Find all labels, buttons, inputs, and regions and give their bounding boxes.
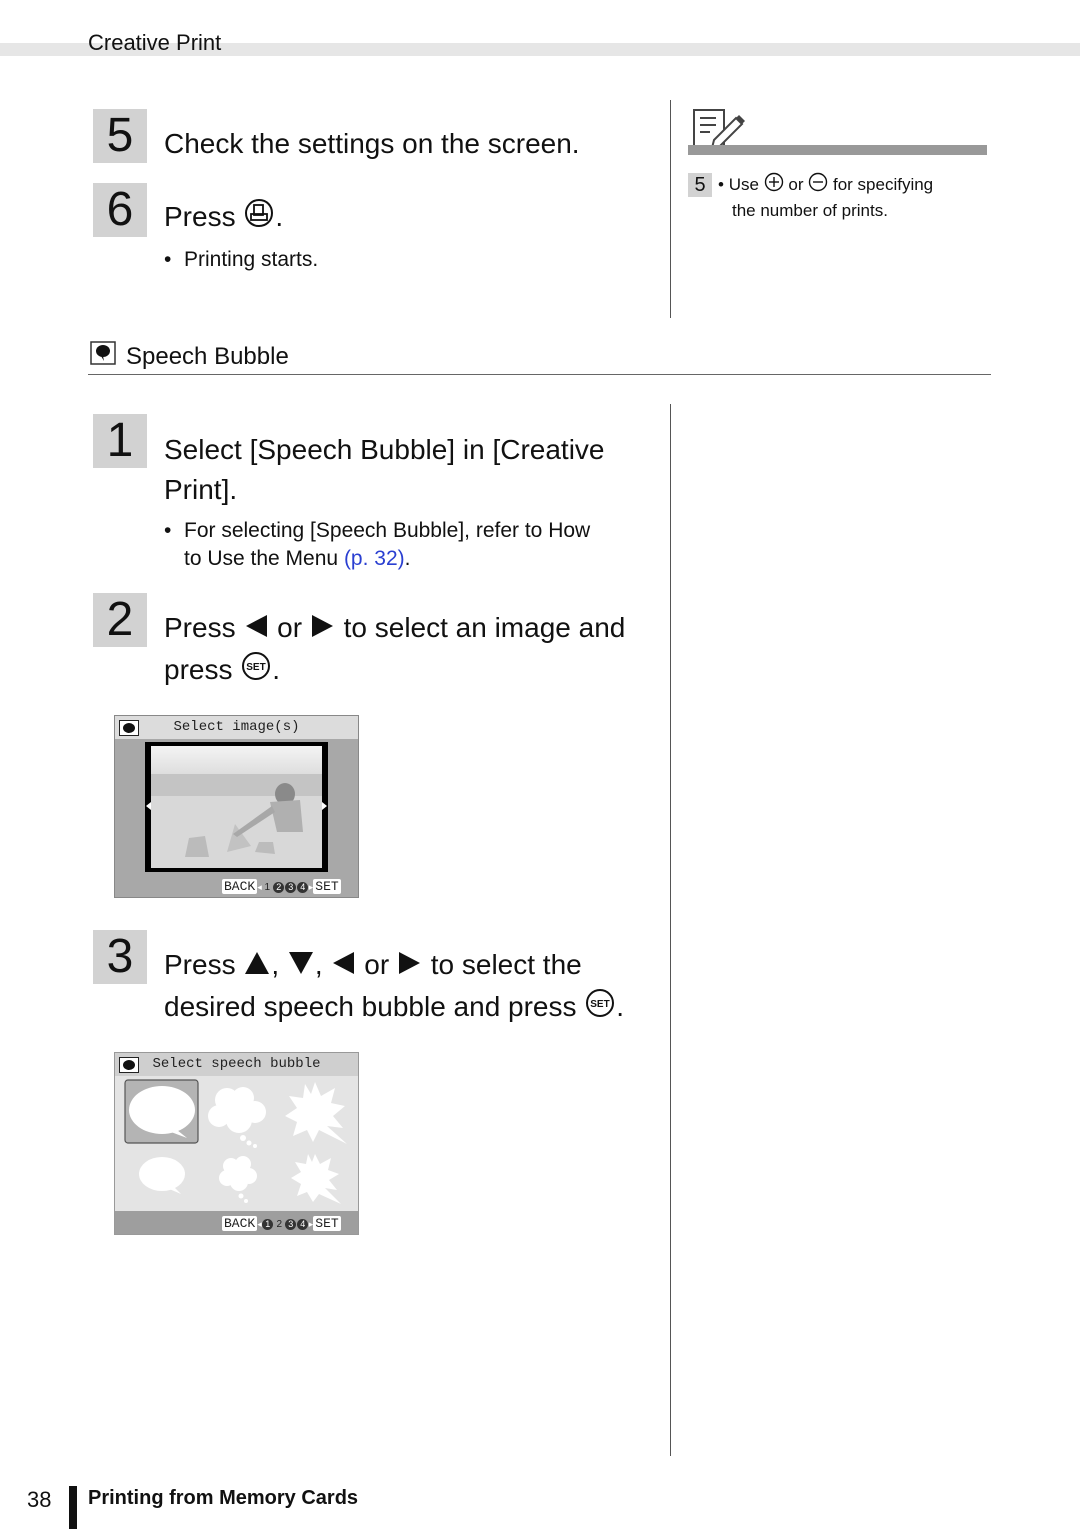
- step-text: Select [Speech Bubble] in [Creative Prin…: [164, 434, 605, 505]
- bubble-grid: [124, 1079, 347, 1204]
- left-arrow-icon: [243, 610, 269, 650]
- set-button-icon: SET: [584, 987, 616, 1030]
- back-label: BACK: [222, 879, 258, 894]
- section-header-title: Creative Print: [88, 30, 222, 55]
- print-button-icon: [243, 197, 275, 240]
- step-indicator: 1: [262, 1219, 274, 1230]
- svg-text:SET: SET: [247, 662, 266, 673]
- step-number: 1: [93, 414, 147, 468]
- step-text-period: .: [275, 201, 284, 232]
- step-number: 3: [93, 930, 147, 984]
- speech-bubble-icon: [119, 720, 139, 736]
- speech-bubble-icon: [119, 1057, 139, 1073]
- step-indicator: 2: [276, 1219, 283, 1230]
- right-arrow-icon: [397, 947, 423, 987]
- step-indicator: 4: [297, 882, 309, 893]
- lcd-footer: BACK ◂ 1 2 3 4 ▸ SET: [222, 1216, 341, 1231]
- step-text: Press , , or to select the desired speec…: [164, 945, 624, 1030]
- back-label: BACK: [222, 1216, 258, 1231]
- step-indicator: 1: [264, 882, 271, 893]
- set-button-icon: SET: [240, 650, 272, 693]
- prev-image-arrow[interactable]: [146, 802, 151, 810]
- step-number: 2: [93, 593, 147, 647]
- svg-text:SET: SET: [591, 999, 610, 1010]
- plus-circle-icon: [764, 172, 784, 199]
- bubble-cloud-large: [208, 1087, 266, 1148]
- bullet-item: • Printing starts.: [164, 248, 319, 271]
- note-text: • Use or for specifying the number of pr…: [718, 172, 988, 223]
- step-number: 5: [93, 109, 147, 163]
- down-arrow-icon: [287, 947, 315, 987]
- step-text: Press .: [164, 197, 283, 240]
- note-header-bar: [688, 145, 987, 155]
- bubble-oval-small: [139, 1157, 185, 1194]
- image-preview-frame: [145, 742, 328, 872]
- bubble-burst-large: [285, 1082, 347, 1144]
- section-title: Speech Bubble: [126, 343, 289, 370]
- left-arrow-icon: [330, 947, 356, 987]
- set-label: SET: [313, 1216, 341, 1231]
- lcd-title: Select speech bubble: [115, 1053, 358, 1076]
- lcd-footer: BACK ◂ 1 2 3 4 ▸ SET: [222, 879, 341, 894]
- note-step-number: 5: [688, 173, 712, 197]
- page-number: 38: [27, 1487, 52, 1512]
- speech-bubble-icon: [90, 341, 116, 370]
- step-text-press: Press: [164, 201, 236, 232]
- next-image-arrow[interactable]: [322, 802, 327, 810]
- footer-bar-mark: [69, 1486, 77, 1529]
- section-rule: [88, 374, 991, 375]
- minus-circle-icon: [808, 172, 828, 199]
- step-number: 6: [93, 183, 147, 237]
- bubble-burst-small: [291, 1154, 341, 1204]
- bullet-item: • For selecting [Speech Bubble], refer to…: [164, 519, 591, 570]
- page-link[interactable]: (p. 32): [344, 547, 405, 570]
- lcd-screen-select-bubble: Select speech bubble BACK ◂ 1 2 3 4 ▸ SET: [114, 1052, 359, 1235]
- lcd-screen-select-image: Select image(s) BACK ◂ 1 2 3 4 ▸ SET: [114, 715, 359, 898]
- column-divider: [670, 404, 671, 1456]
- lcd-title: Select image(s): [115, 716, 358, 739]
- step-indicator: 2: [273, 882, 285, 893]
- beach-photo: [151, 746, 322, 868]
- up-arrow-icon: [243, 947, 271, 987]
- set-label: SET: [313, 879, 341, 894]
- chapter-title: Printing from Memory Cards: [88, 1487, 359, 1509]
- step-indicator: 3: [285, 1219, 297, 1230]
- step-text: Press or to select an image and press SE…: [164, 608, 625, 693]
- right-arrow-icon: [310, 610, 336, 650]
- step-indicator: 3: [285, 882, 297, 893]
- bubble-cloud-small: [219, 1156, 257, 1203]
- step-indicator: 4: [297, 1219, 309, 1230]
- column-divider: [670, 100, 671, 318]
- step-text: Check the settings on the screen.: [164, 128, 580, 159]
